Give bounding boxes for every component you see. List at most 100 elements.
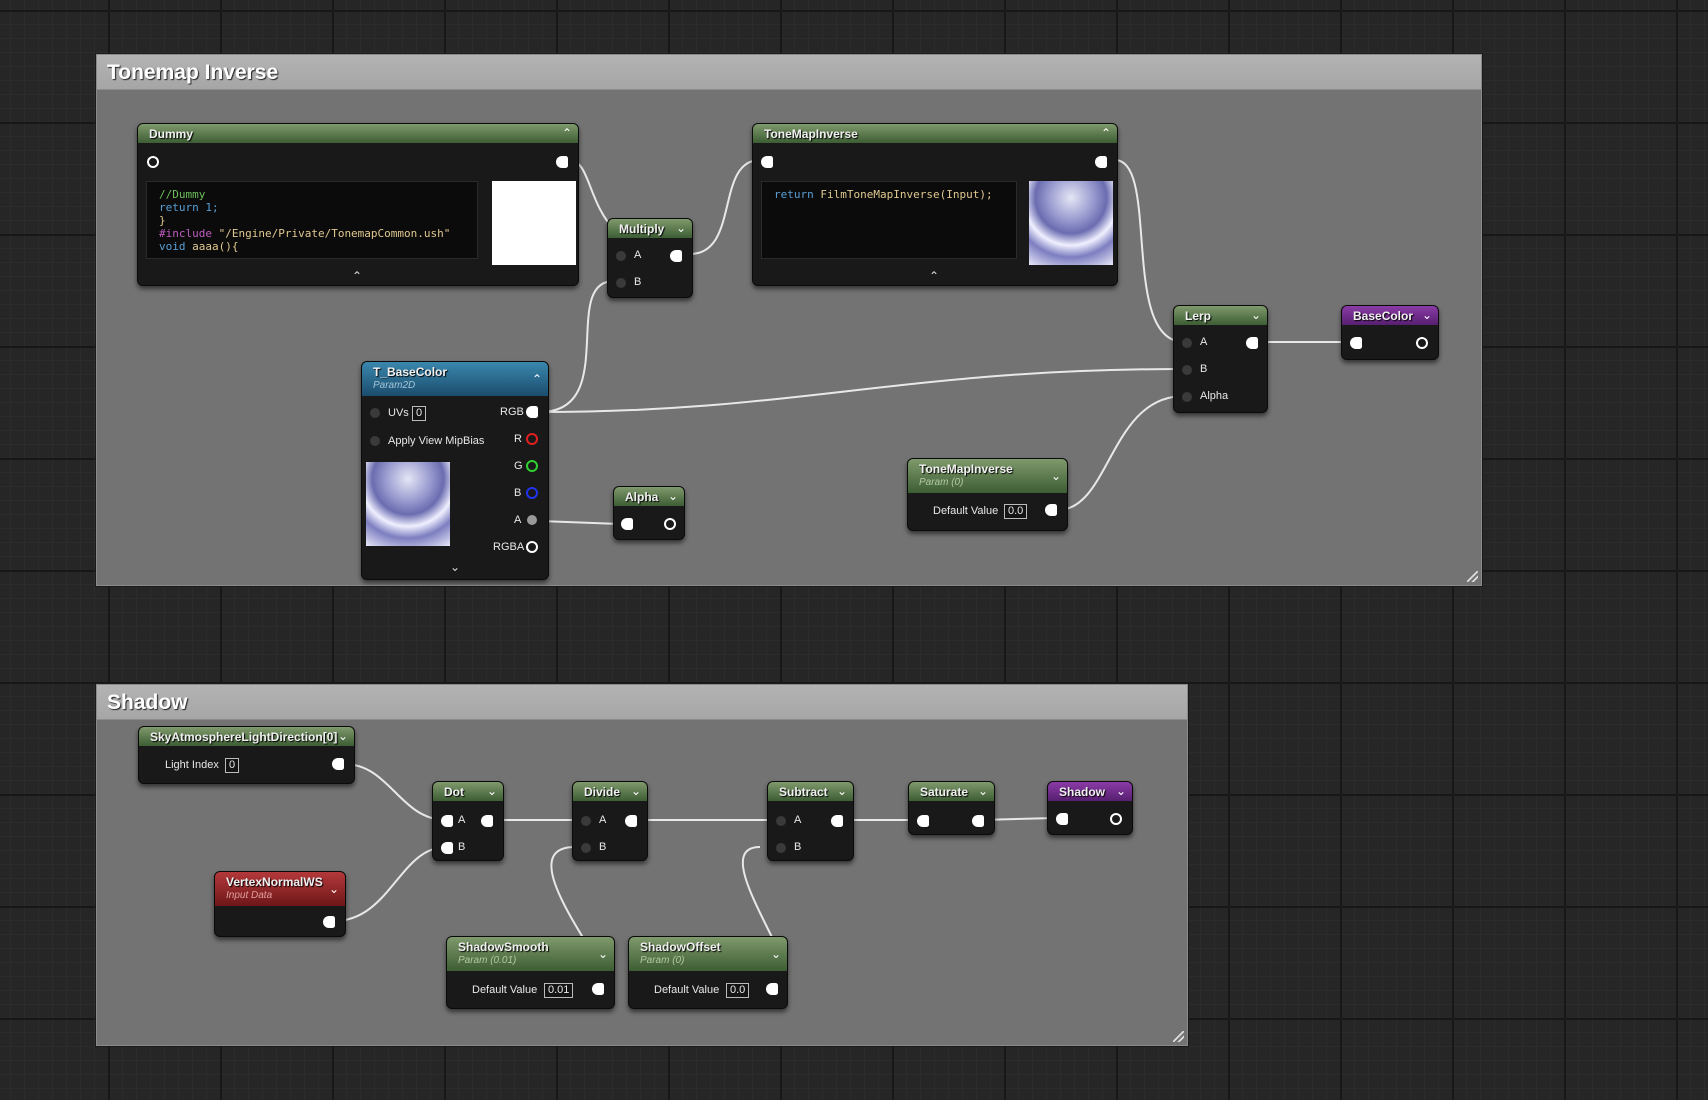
input-pin[interactable] xyxy=(147,156,159,168)
chevron-up-icon[interactable]: ⌃ xyxy=(929,269,939,283)
chevron-down-icon[interactable]: ⌄ xyxy=(1116,784,1126,798)
chevron-up-icon[interactable]: ⌃ xyxy=(352,269,362,283)
node-divide[interactable]: Divide ⌄ A B xyxy=(572,781,648,861)
output-pin[interactable] xyxy=(625,815,637,827)
input-pin-b[interactable] xyxy=(441,842,453,854)
output-pin-rgb[interactable] xyxy=(526,406,538,418)
input-pin-b[interactable] xyxy=(616,278,626,288)
chevron-down-icon[interactable]: ⌄ xyxy=(1422,308,1432,322)
node-header[interactable]: ShadowOffset Param (0) ⌄ xyxy=(629,937,787,971)
chevron-up-icon[interactable]: ⌃ xyxy=(1101,126,1111,140)
output-pin[interactable] xyxy=(1110,813,1122,825)
output-pin[interactable] xyxy=(323,916,335,928)
node-tonemap-inverse-param[interactable]: ToneMapInverse Param (0) ⌄ Default Value… xyxy=(907,458,1068,531)
chevron-down-icon[interactable]: ⌄ xyxy=(329,882,339,896)
chevron-down-icon[interactable]: ⌄ xyxy=(631,784,641,798)
resize-grip-icon[interactable] xyxy=(1173,1031,1184,1042)
node-header[interactable]: Divide ⌄ xyxy=(573,782,647,801)
output-pin[interactable] xyxy=(766,983,778,995)
chevron-down-icon[interactable]: ⌄ xyxy=(837,784,847,798)
output-pin[interactable] xyxy=(1416,337,1428,349)
input-pin[interactable] xyxy=(1350,337,1362,349)
default-value-input[interactable]: 0.0 xyxy=(1004,504,1028,519)
input-pin-alpha[interactable] xyxy=(1182,392,1192,402)
comment-header[interactable]: Tonemap Inverse xyxy=(97,55,1481,90)
node-vertex-normal-ws[interactable]: VertexNormalWS Input Data ⌄ xyxy=(214,871,346,937)
chevron-down-icon[interactable]: ⌄ xyxy=(598,947,608,961)
input-pin[interactable] xyxy=(917,815,929,827)
output-pin[interactable] xyxy=(1045,504,1057,516)
input-pin-a[interactable] xyxy=(616,251,626,261)
output-pin[interactable] xyxy=(664,518,676,530)
node-header[interactable]: SkyAtmosphereLightDirection[0] ⌄ xyxy=(139,727,354,746)
chevron-down-icon[interactable]: ⌄ xyxy=(676,221,686,235)
output-pin-g[interactable] xyxy=(526,460,538,472)
output-pin[interactable] xyxy=(1095,156,1107,168)
output-pin[interactable] xyxy=(592,983,604,995)
node-header[interactable]: Subtract ⌄ xyxy=(768,782,853,801)
uvs-input[interactable]: 0 xyxy=(412,406,427,421)
node-header[interactable]: Alpha ⌄ xyxy=(614,487,684,506)
chevron-down-icon[interactable]: ⌄ xyxy=(338,729,348,743)
node-header[interactable]: ToneMapInverse Param (0) ⌄ xyxy=(908,459,1067,493)
output-pin[interactable] xyxy=(332,758,344,770)
output-pin-rgba[interactable] xyxy=(526,541,538,553)
input-pin-a[interactable] xyxy=(776,816,786,826)
input-pin-mipbias[interactable] xyxy=(370,436,380,446)
output-pin[interactable] xyxy=(481,815,493,827)
node-sky-atmosphere-light-direction[interactable]: SkyAtmosphereLightDirection[0] ⌄ Light I… xyxy=(138,726,355,784)
input-pin-a[interactable] xyxy=(441,815,453,827)
chevron-up-icon[interactable]: ⌃ xyxy=(532,372,542,386)
input-pin-b[interactable] xyxy=(1182,365,1192,375)
node-header[interactable]: ShadowSmooth Param (0.01) ⌄ xyxy=(447,937,614,971)
node-tonemap-inverse-custom[interactable]: ToneMapInverse ⌃ return FilmToneMapInver… xyxy=(752,123,1118,286)
node-basecolor[interactable]: BaseColor ⌄ xyxy=(1341,305,1439,360)
chevron-down-icon[interactable]: ⌄ xyxy=(771,947,781,961)
node-header[interactable]: Dot ⌄ xyxy=(433,782,503,801)
node-header[interactable]: Saturate ⌄ xyxy=(909,782,994,801)
node-shadow-smooth[interactable]: ShadowSmooth Param (0.01) ⌄ Default Valu… xyxy=(446,936,615,1009)
node-header[interactable]: Multiply ⌄ xyxy=(608,219,692,238)
chevron-down-icon[interactable]: ⌄ xyxy=(1051,469,1061,483)
node-header[interactable]: Dummy ⌃ xyxy=(138,124,578,143)
node-multiply[interactable]: Multiply ⌄ A B xyxy=(607,218,693,298)
chevron-down-icon[interactable]: ⌄ xyxy=(1251,308,1261,322)
node-shadow-output[interactable]: Shadow ⌄ xyxy=(1047,781,1133,835)
input-pin[interactable] xyxy=(621,518,633,530)
output-pin[interactable] xyxy=(556,156,568,168)
input-pin-uvs[interactable] xyxy=(370,408,380,418)
light-index-input[interactable]: 0 xyxy=(225,758,240,773)
input-pin-a[interactable] xyxy=(581,816,591,826)
chevron-down-icon[interactable]: ⌄ xyxy=(450,560,460,574)
node-header[interactable]: Shadow ⌄ xyxy=(1048,782,1132,801)
node-t-basecolor[interactable]: T_BaseColor Param2D ⌃ UVs 0 Apply View M… xyxy=(361,361,549,580)
input-pin[interactable] xyxy=(1056,813,1068,825)
output-pin[interactable] xyxy=(972,815,984,827)
output-pin[interactable] xyxy=(670,250,682,262)
input-pin-b[interactable] xyxy=(581,843,591,853)
node-header[interactable]: VertexNormalWS Input Data ⌄ xyxy=(215,872,345,906)
node-subtract[interactable]: Subtract ⌄ A B xyxy=(767,781,854,861)
chevron-down-icon[interactable]: ⌄ xyxy=(978,784,988,798)
output-pin-b[interactable] xyxy=(526,487,538,499)
comment-header[interactable]: Shadow xyxy=(97,685,1187,720)
input-pin[interactable] xyxy=(761,156,773,168)
default-value-input[interactable]: 0.0 xyxy=(726,983,750,998)
node-saturate[interactable]: Saturate ⌄ xyxy=(908,781,995,835)
default-value-input[interactable]: 0.01 xyxy=(544,983,574,998)
node-dummy[interactable]: Dummy ⌃ //Dummy return 1; } #include "/E… xyxy=(137,123,579,286)
chevron-down-icon[interactable]: ⌄ xyxy=(487,784,497,798)
node-header[interactable]: ToneMapInverse ⌃ xyxy=(753,124,1117,143)
chevron-down-icon[interactable]: ⌄ xyxy=(668,489,678,503)
resize-grip-icon[interactable] xyxy=(1467,571,1478,582)
output-pin-r[interactable] xyxy=(526,433,538,445)
node-header[interactable]: T_BaseColor Param2D ⌃ xyxy=(362,362,548,396)
output-pin[interactable] xyxy=(1246,337,1258,349)
node-dot[interactable]: Dot ⌄ A B xyxy=(432,781,504,861)
output-pin[interactable] xyxy=(831,815,843,827)
input-pin-b[interactable] xyxy=(776,843,786,853)
output-pin-a[interactable] xyxy=(527,515,537,525)
chevron-up-icon[interactable]: ⌃ xyxy=(562,126,572,140)
node-lerp[interactable]: Lerp ⌄ A B Alpha xyxy=(1173,305,1268,413)
node-alpha[interactable]: Alpha ⌄ xyxy=(613,486,685,540)
